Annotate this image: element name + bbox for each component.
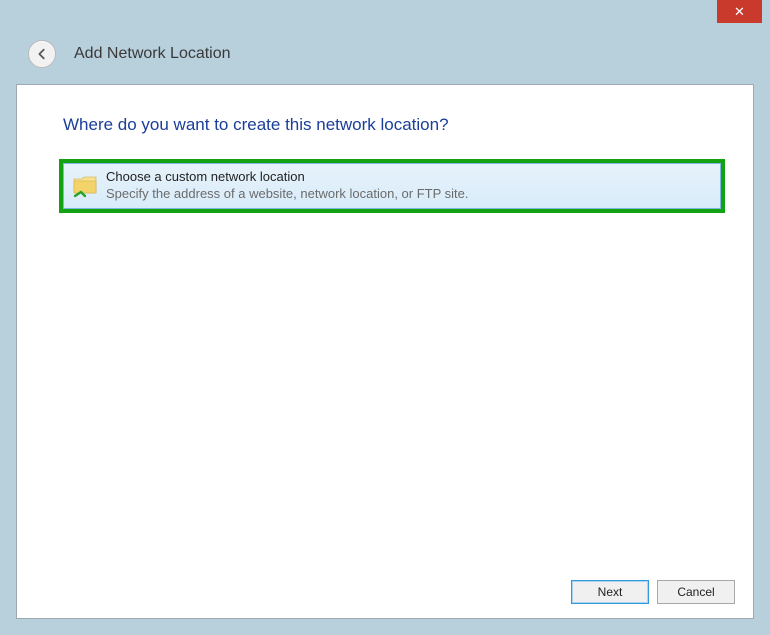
wizard-content: Where do you want to create this network…	[16, 84, 754, 619]
close-button[interactable]: ✕	[717, 0, 762, 23]
cancel-button[interactable]: Cancel	[657, 580, 735, 604]
button-bar: Next Cancel	[571, 580, 735, 604]
option-highlight-frame: Choose a custom network location Specify…	[59, 159, 725, 213]
wizard-window: ✕ Add Network Location Where do you want…	[0, 0, 770, 635]
wizard-title: Add Network Location	[74, 45, 231, 63]
back-button[interactable]	[28, 40, 56, 68]
wizard-header: Add Network Location	[28, 40, 231, 68]
option-description: Specify the address of a website, networ…	[106, 186, 712, 203]
option-title: Choose a custom network location	[106, 169, 712, 186]
option-custom-location[interactable]: Choose a custom network location Specify…	[63, 163, 721, 209]
close-icon: ✕	[734, 4, 745, 20]
arrow-left-icon	[35, 47, 49, 61]
option-text: Choose a custom network location Specify…	[106, 169, 712, 203]
next-button[interactable]: Next	[571, 580, 649, 604]
prompt-text: Where do you want to create this network…	[17, 85, 753, 135]
folder-network-icon	[72, 173, 100, 199]
